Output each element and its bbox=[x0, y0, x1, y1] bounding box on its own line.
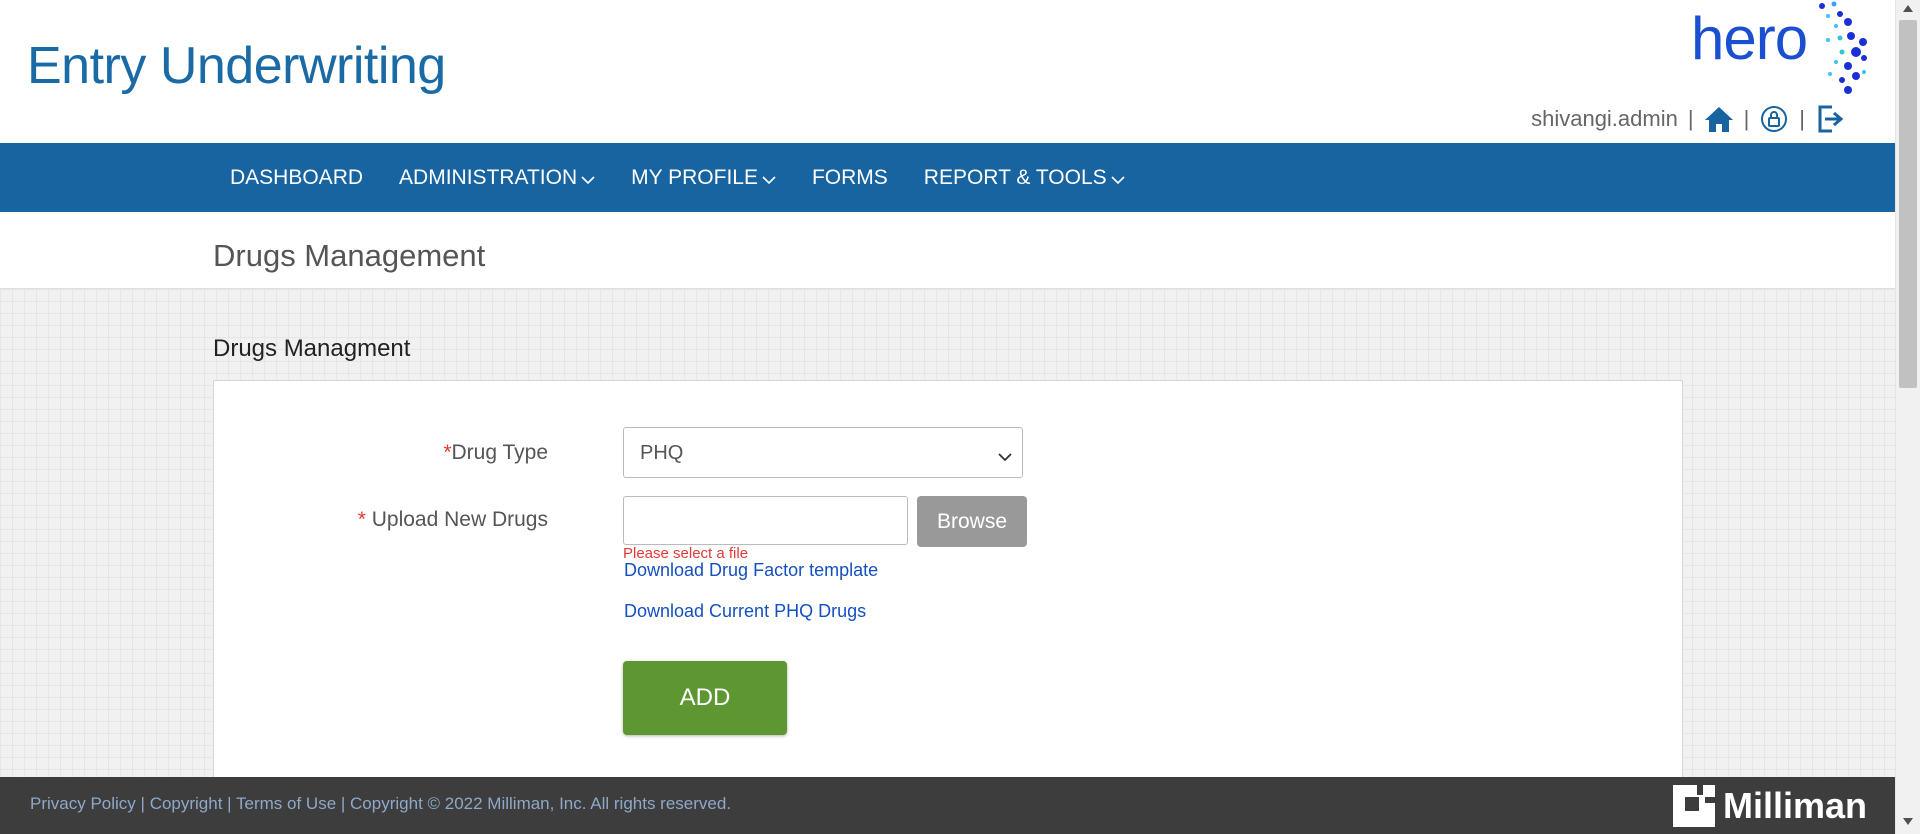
upload-file-input[interactable] bbox=[623, 496, 908, 545]
nav-dashboard[interactable]: DASHBOARD bbox=[212, 143, 381, 212]
footer-separator: | bbox=[222, 794, 237, 813]
scroll-up-arrow-icon[interactable] bbox=[1903, 5, 1913, 12]
app-title: Entry Underwriting bbox=[27, 37, 446, 95]
username: shivangi.admin bbox=[1531, 106, 1678, 131]
nav-my-profile[interactable]: MY PROFILE bbox=[613, 143, 794, 212]
section-title: Drugs Managment bbox=[213, 335, 411, 362]
separator: | bbox=[1743, 106, 1750, 131]
brand-dots-icon bbox=[1819, 1, 1867, 94]
browse-button[interactable]: Browse bbox=[917, 496, 1027, 547]
upload-label: * Upload New Drugs bbox=[358, 508, 548, 532]
company-name: Milliman bbox=[1722, 785, 1867, 826]
main-nav: DASHBOARD ADMINISTRATION MY PROFILE FORM… bbox=[0, 143, 1895, 212]
required-mark: * bbox=[443, 441, 452, 464]
add-button[interactable]: ADD bbox=[623, 661, 787, 735]
nav-forms[interactable]: FORMS bbox=[794, 143, 906, 212]
nav-item-label: REPORT & TOOLS bbox=[923, 165, 1107, 189]
copyright-link[interactable]: Copyright bbox=[150, 794, 223, 813]
header: Entry Underwriting hero shivangi.admin |… bbox=[0, 0, 1895, 143]
download-template-link[interactable]: Download Drug Factor template bbox=[624, 560, 878, 581]
home-icon[interactable] bbox=[1704, 104, 1734, 134]
required-mark: * bbox=[357, 508, 366, 531]
scroll-down-arrow-icon[interactable] bbox=[1903, 818, 1913, 825]
drug-type-label-text: Drug Type bbox=[451, 441, 549, 464]
chevron-down-icon bbox=[998, 445, 1012, 468]
unlock-icon[interactable] bbox=[1759, 104, 1789, 134]
drug-type-selected-value: PHQ bbox=[640, 442, 684, 464]
drug-type-select[interactable]: PHQ bbox=[623, 427, 1023, 478]
page-title-bar: Drugs Management bbox=[0, 212, 1895, 289]
download-current-drugs-link[interactable]: Download Current PHQ Drugs bbox=[624, 601, 866, 622]
nav-item-label: FORMS bbox=[811, 165, 888, 189]
upload-label-text: Upload New Drugs bbox=[365, 508, 548, 531]
footer-separator: | bbox=[135, 794, 150, 813]
chevron-down-icon bbox=[1111, 167, 1125, 191]
page-title: Drugs Management bbox=[213, 238, 486, 273]
separator: | bbox=[1799, 106, 1805, 131]
footer-links: Privacy Policy | Copyright | Terms of Us… bbox=[30, 794, 731, 814]
nav-item-label: DASHBOARD bbox=[230, 165, 364, 189]
nav-item-label: MY PROFILE bbox=[631, 165, 758, 189]
footer-separator: | bbox=[336, 794, 351, 813]
chevron-down-icon bbox=[762, 167, 776, 191]
user-bar: shivangi.admin | | | bbox=[1531, 104, 1845, 134]
chevron-down-icon bbox=[581, 167, 595, 191]
brand-logo[interactable]: hero bbox=[1688, 0, 1873, 100]
scroll-thumb[interactable] bbox=[1899, 20, 1917, 388]
company-logo: Milliman bbox=[1672, 782, 1867, 830]
nav-report-tools[interactable]: REPORT & TOOLS bbox=[906, 143, 1143, 212]
footer: Privacy Policy | Copyright | Terms of Us… bbox=[0, 777, 1895, 834]
logout-icon[interactable] bbox=[1815, 104, 1845, 134]
drug-type-label: *Drug Type bbox=[443, 441, 548, 465]
vertical-scrollbar[interactable] bbox=[1895, 0, 1920, 834]
nav-item-label: ADMINISTRATION bbox=[399, 165, 578, 189]
terms-of-use-link[interactable]: Terms of Use bbox=[236, 794, 336, 813]
nav-administration[interactable]: ADMINISTRATION bbox=[381, 143, 613, 212]
copyright-text: Copyright © 2022 Milliman, Inc. All righ… bbox=[350, 794, 732, 813]
privacy-policy-link[interactable]: Privacy Policy bbox=[30, 794, 136, 813]
milliman-mark-icon bbox=[1672, 785, 1715, 827]
separator: | bbox=[1687, 106, 1694, 131]
